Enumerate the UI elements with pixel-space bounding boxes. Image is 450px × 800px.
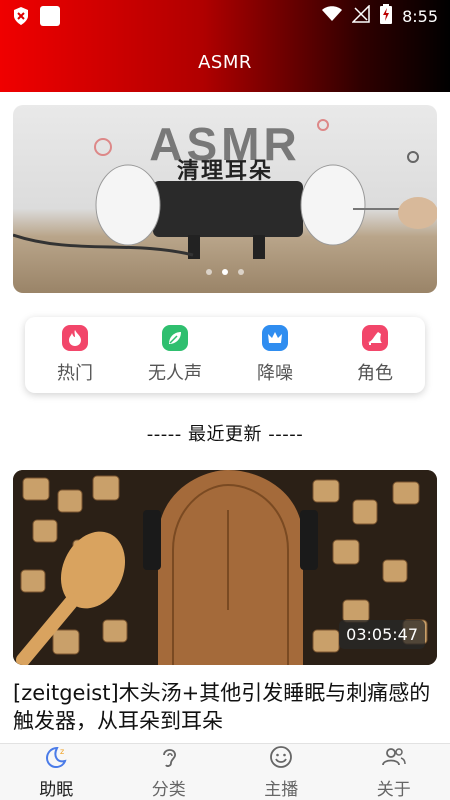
- fire-icon: [62, 325, 88, 351]
- category-label: 角色: [357, 363, 393, 384]
- section-heading: ----- 最近更新 -----: [146, 424, 304, 445]
- nav-tab-host[interactable]: 主播: [231, 745, 331, 800]
- svg-text:z: z: [60, 747, 64, 756]
- app-title: ASMR: [198, 51, 252, 73]
- wifi-icon: [322, 6, 343, 26]
- nav-label: 分类: [151, 779, 186, 800]
- status-time: 8:55: [402, 6, 438, 26]
- nav-tab-category[interactable]: 分类: [119, 745, 219, 800]
- banner-subtitle: 清理耳朵: [176, 159, 273, 184]
- nav-label: 助眠: [39, 779, 74, 800]
- shield-icon: [12, 6, 30, 26]
- category-label: 无人声: [148, 363, 202, 384]
- people-icon: [381, 745, 407, 773]
- category-label: 热门: [57, 363, 93, 384]
- category-hot[interactable]: 热门: [30, 325, 120, 385]
- app-bar: ASMR: [0, 32, 450, 92]
- category-label: 降噪: [257, 363, 293, 384]
- category-no-voice[interactable]: 无人声: [130, 325, 220, 385]
- nav-label: 关于: [376, 779, 411, 800]
- nav-label: 主播: [264, 779, 299, 800]
- category-role[interactable]: 角色: [330, 325, 420, 385]
- nav-tab-sleep[interactable]: z 助眠: [6, 745, 106, 800]
- leaf-icon: [162, 325, 188, 351]
- status-bar: 8:55: [0, 0, 450, 32]
- nav-tab-about[interactable]: 关于: [344, 745, 444, 800]
- app-square-icon: [40, 6, 60, 26]
- bottom-nav: z 助眠 分类 主播 关于: [0, 743, 450, 800]
- video-thumbnail[interactable]: 03:05:47: [13, 470, 437, 665]
- heel-icon: [362, 325, 388, 351]
- signal-icon: [351, 4, 370, 27]
- category-bar: 热门 无人声 降噪 角色: [25, 317, 425, 393]
- carousel-dot[interactable]: [222, 269, 228, 275]
- carousel-indicator: [13, 269, 437, 275]
- video-card[interactable]: 03:05:47 [zeitgeist]木头汤+其他引发睡眠与刺痛感的触发器，从…: [13, 470, 437, 735]
- battery-charging-icon: [380, 4, 393, 28]
- video-duration: 03:05:47: [339, 620, 425, 649]
- moon-icon: z: [43, 745, 69, 773]
- video-title[interactable]: [zeitgeist]木头汤+其他引发睡眠与刺痛感的触发器，从耳朵到耳朵: [13, 679, 437, 735]
- smile-icon: [269, 745, 293, 773]
- category-noise-reduction[interactable]: 降噪: [230, 325, 320, 385]
- ear-icon: [158, 745, 180, 773]
- carousel-dot[interactable]: [206, 269, 212, 275]
- crown-icon: [262, 325, 288, 351]
- banner-carousel[interactable]: ASMR 清理耳朵: [13, 105, 437, 293]
- carousel-dot[interactable]: [238, 269, 244, 275]
